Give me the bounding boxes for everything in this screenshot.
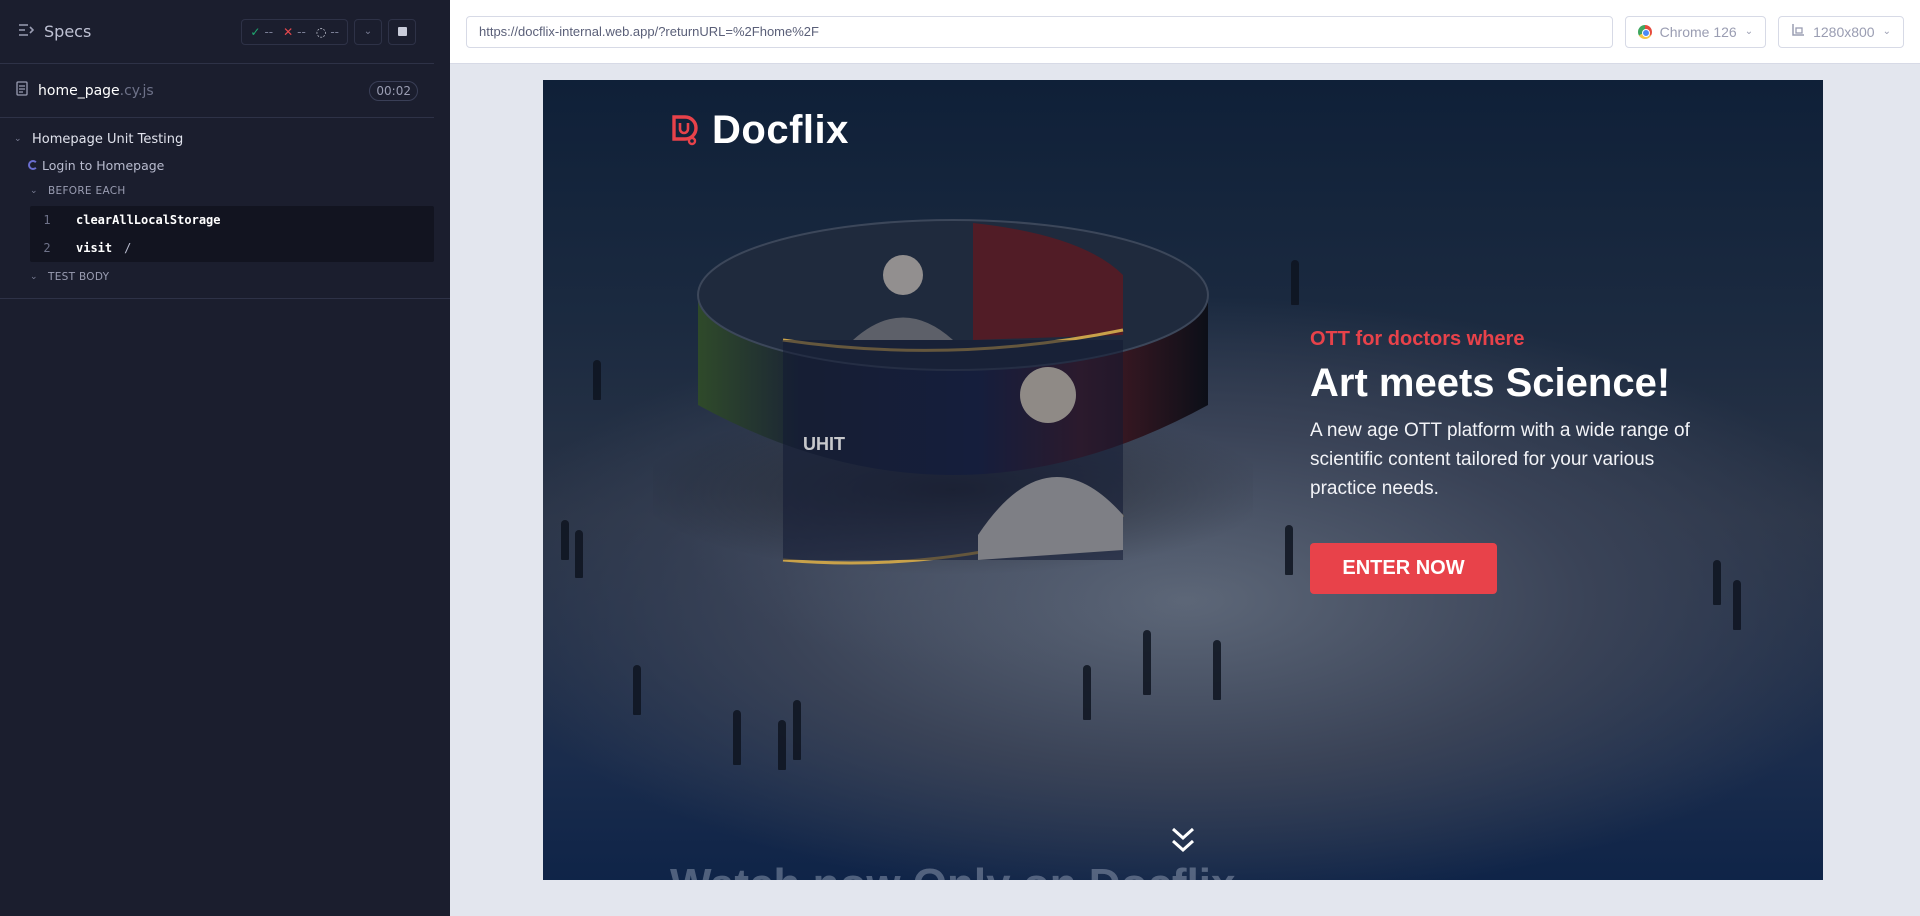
hero-ring-image: UHIT <box>653 219 1253 575</box>
section-title: Watch now Only on Docflix <box>670 860 1236 880</box>
chrome-icon <box>1637 24 1652 39</box>
svg-text:UHIT: UHIT <box>803 434 845 454</box>
chevron-down-icon: ⌄ <box>363 26 373 37</box>
reporter-panel: Specs ✓ -- ✕ -- ◌ -- ⌄ home_page .cy.js 00:… <box>0 0 450 916</box>
scroll-down-icon[interactable] <box>1171 825 1195 859</box>
failed-icon: ✕ <box>283 24 294 39</box>
pending-icon: ◌ <box>315 24 327 39</box>
command-row[interactable]: 2 visit / <box>30 234 434 262</box>
enter-now-button[interactable]: ENTER NOW <box>1310 543 1497 594</box>
divider <box>0 298 450 299</box>
hero-copy: OTT for doctors where Art meets Science!… <box>1310 328 1730 594</box>
chevron-down-icon: ⌄ <box>1882 26 1891 37</box>
command-row[interactable]: 1 clearAllLocalStorage <box>30 206 434 234</box>
suite-row[interactable]: ⌄ Homepage Unit Testing <box>0 126 450 152</box>
aut-toolbar: https://docflix-internal.web.app/?return… <box>450 0 1920 64</box>
app-viewport: Docflix UHIT OTT for doctors where Art m… <box>543 80 1823 880</box>
spec-file-ext: .cy.js <box>119 82 154 99</box>
passed-icon: ✓ <box>250 24 261 39</box>
hero-subtext: A new age OTT platform with a wide range… <box>1310 420 1690 499</box>
browser-label: Chrome 126 <box>1659 23 1737 40</box>
brand-logo[interactable]: Docflix <box>670 108 849 153</box>
stop-button[interactable] <box>388 18 416 45</box>
hook-before-each[interactable]: ⌄ BEFORE EACH <box>0 178 450 204</box>
test-tree: ⌄ Homepage Unit Testing Login to Homepag… <box>0 118 450 299</box>
hook-label: BEFORE EACH <box>48 185 126 197</box>
url-bar[interactable]: https://docflix-internal.web.app/?return… <box>466 15 1613 48</box>
brand-name: Docflix <box>712 108 849 152</box>
spec-file-row: home_page .cy.js 00:02 <box>0 64 434 118</box>
test-row[interactable]: Login to Homepage <box>0 152 450 178</box>
command-log: 1 clearAllLocalStorage 2 visit / <box>30 206 434 262</box>
browser-selector[interactable]: Chrome 126 ⌄ <box>1624 15 1767 48</box>
viewport-icon <box>1791 23 1805 40</box>
command-name: clearAllLocalStorage <box>76 213 221 227</box>
command-number: 2 <box>43 241 51 255</box>
chevron-down-icon: ⌄ <box>14 134 22 144</box>
specs-header: Specs ✓ -- ✕ -- ◌ -- ⌄ <box>0 0 434 64</box>
chevron-down-icon: ⌄ <box>30 272 38 282</box>
command-name: visit <box>76 241 113 255</box>
failed-count: -- <box>297 24 306 39</box>
chevron-down-icon: ⌄ <box>1744 26 1754 37</box>
spec-file-name[interactable]: home_page <box>38 83 120 99</box>
hero-kicker: OTT for doctors where <box>1310 328 1525 350</box>
docflix-logo-icon <box>672 114 698 145</box>
viewport-selector[interactable]: 1280x800 ⌄ <box>1778 15 1904 48</box>
auto-scroll-toggle[interactable]: ⌄ <box>354 18 382 45</box>
pending-count: -- <box>330 24 339 39</box>
command-number: 1 <box>43 213 51 227</box>
hook-label: TEST BODY <box>48 271 110 283</box>
hook-test-body[interactable]: ⌄ TEST BODY <box>0 264 450 290</box>
file-icon <box>16 81 28 100</box>
specs-title[interactable]: Specs <box>44 22 91 41</box>
run-timer: 00:02 <box>369 80 418 101</box>
test-title: Login to Homepage <box>42 157 165 173</box>
suite-title: Homepage Unit Testing <box>32 131 184 147</box>
running-spinner-icon <box>28 160 38 170</box>
stop-icon <box>397 27 407 36</box>
hero-headline: Art meets Science! <box>1310 361 1671 405</box>
chevron-down-icon: ⌄ <box>30 186 38 196</box>
passed-count: -- <box>264 24 274 39</box>
command-arg: / <box>124 241 132 255</box>
viewport-label: 1280x800 <box>1813 23 1875 40</box>
stats-box: ✓ -- ✕ -- ◌ -- <box>241 18 348 45</box>
specs-menu-icon[interactable] <box>18 22 35 41</box>
